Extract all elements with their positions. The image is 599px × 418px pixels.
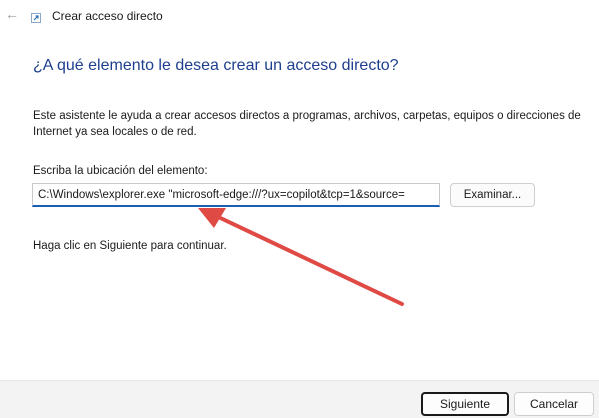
back-button[interactable]: ← xyxy=(2,4,22,24)
title-bar: ← Crear acceso directo xyxy=(0,0,599,34)
continue-hint: Haga clic en Siguiente para continuar. xyxy=(33,240,227,252)
page-heading: ¿A qué elemento le desea crear un acceso… xyxy=(33,57,399,74)
cancel-button[interactable]: Cancelar xyxy=(514,392,594,416)
footer-bar: Siguiente Cancelar xyxy=(0,380,599,418)
location-label: Escriba la ubicación del elemento: xyxy=(33,165,208,177)
next-button[interactable]: Siguiente xyxy=(421,392,509,416)
annotation-arrow-head xyxy=(198,208,226,228)
window-title: Crear acceso directo xyxy=(52,9,163,23)
arrow-left-icon: ← xyxy=(5,6,19,22)
shortcut-icon xyxy=(31,13,41,23)
location-input[interactable] xyxy=(32,183,440,207)
browse-button[interactable]: Examinar... xyxy=(450,183,535,207)
annotation-arrow-shaft xyxy=(210,212,404,306)
description-text: Este asistente le ayuda a crear accesos … xyxy=(33,110,581,138)
